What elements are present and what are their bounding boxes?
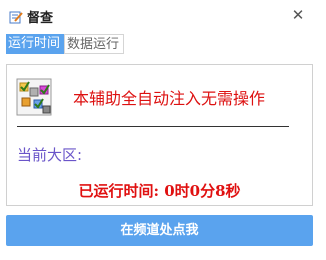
divider <box>17 126 289 127</box>
pencil-notepad-icon <box>9 9 23 24</box>
title-bar: 督查 ✕ <box>0 0 326 32</box>
current-region-label: 当前大区: <box>17 146 83 164</box>
window-title: 督查 <box>27 11 54 26</box>
tab-data-run[interactable]: 数据运行 <box>64 34 124 54</box>
auto-inject-notice: 本辅助全自动注入无需操作 <box>73 89 266 108</box>
click-at-channel-button[interactable]: 在频道处点我 <box>6 215 313 246</box>
tab-runtime[interactable]: 运行时间 <box>6 34 64 54</box>
elapsed-runtime: 已运行时间: 0时0分8秒 <box>78 182 241 200</box>
status-panel: 本辅助全自动注入无需操作 当前大区: 已运行时间: 0时0分8秒 <box>6 64 313 206</box>
close-icon[interactable]: ✕ <box>288 5 308 25</box>
colored-checkboxes-icon <box>16 76 54 118</box>
